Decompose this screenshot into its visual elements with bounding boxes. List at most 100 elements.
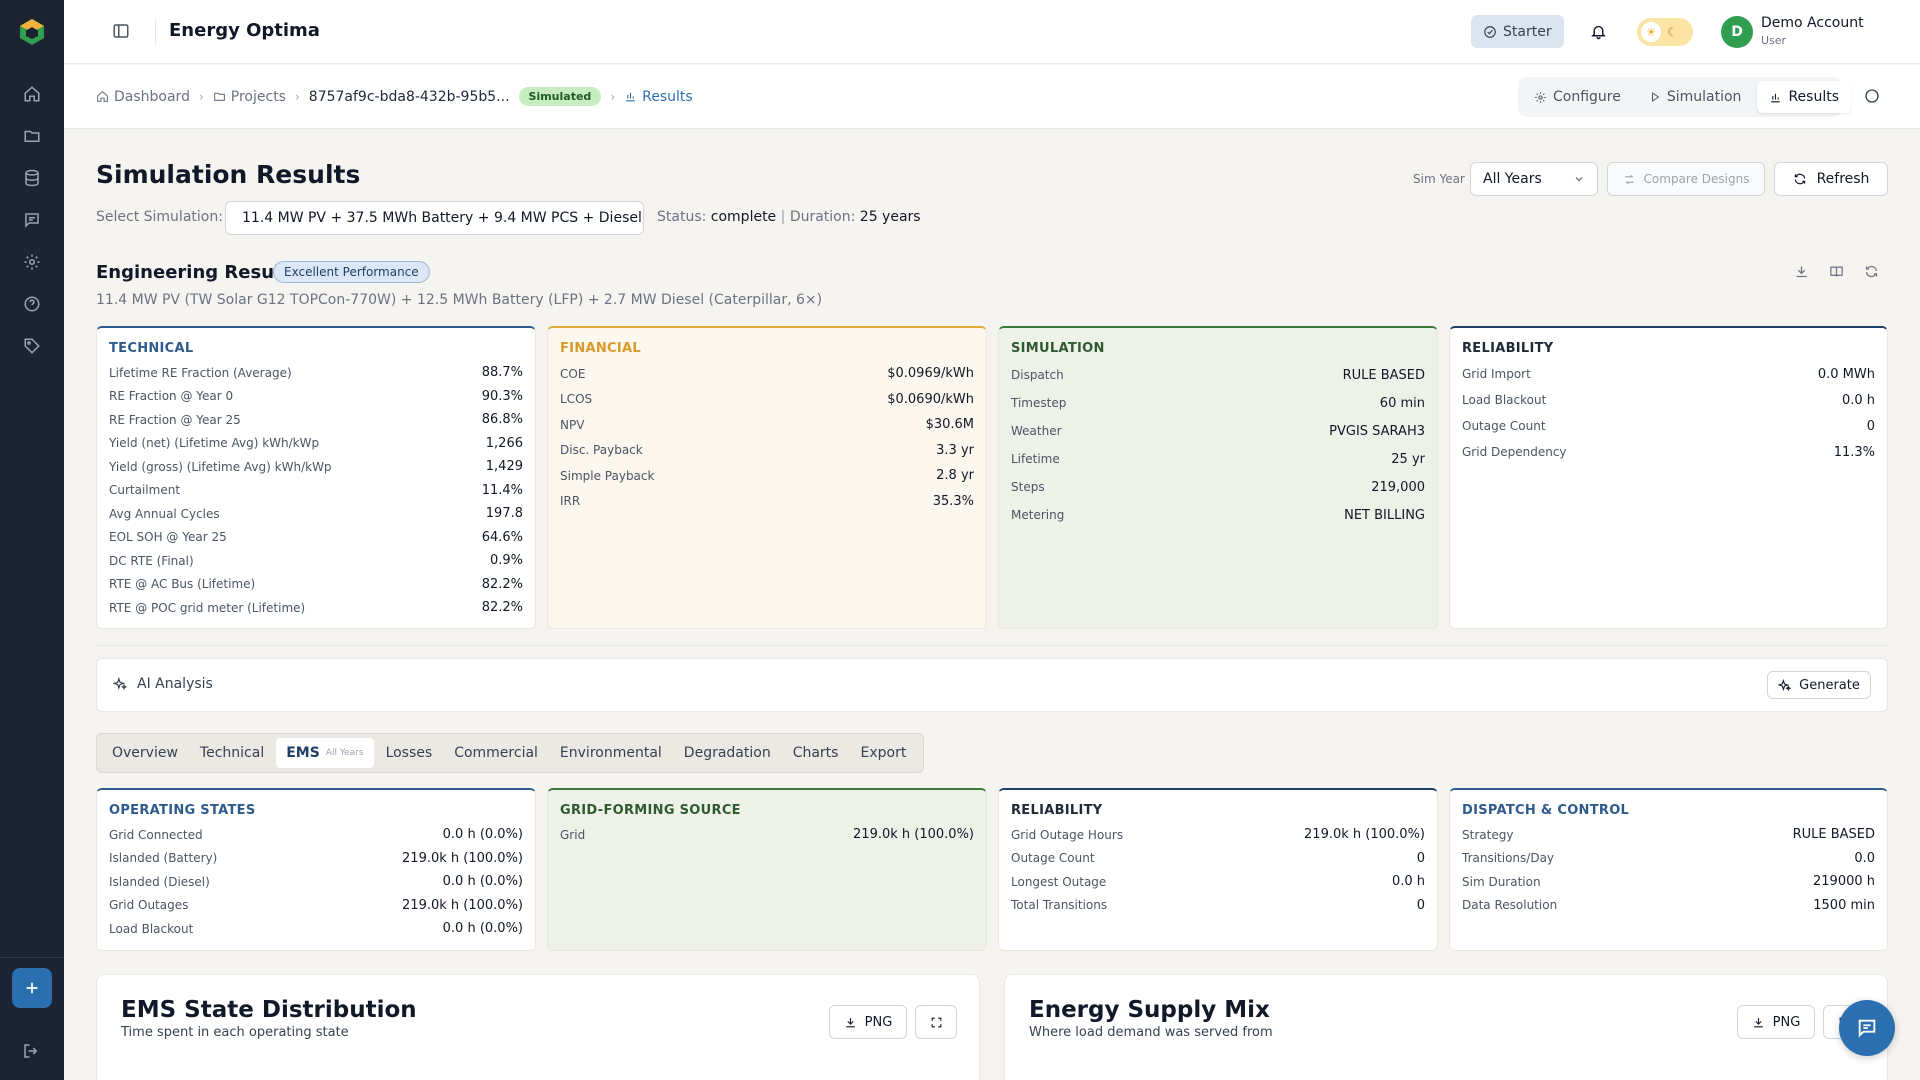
chevron-right-icon: › bbox=[198, 89, 204, 104]
fullscreen-button[interactable] bbox=[915, 1005, 957, 1039]
metric-value: PVGIS SARAH3 bbox=[1329, 423, 1425, 439]
operating-states-title: OPERATING STATES bbox=[109, 803, 256, 818]
breadcrumb-results-label: Results bbox=[642, 88, 693, 105]
settings-icon[interactable] bbox=[12, 250, 52, 274]
sparkles-icon bbox=[113, 677, 127, 690]
metric-value: 0 bbox=[1866, 418, 1875, 434]
tab-ems[interactable]: EMS All Years bbox=[276, 738, 374, 768]
simulation-select[interactable]: 11.4 MW PV + 37.5 MWh Battery + 9.4 MW P… bbox=[225, 201, 644, 235]
app-logo[interactable] bbox=[18, 18, 46, 46]
financial-card: FINANCIAL COE $0.0969/kWh LCOS $0.0690/kWh N… bbox=[547, 326, 987, 629]
tab-label: Charts bbox=[792, 745, 839, 761]
tab-results[interactable]: Results bbox=[1757, 81, 1851, 113]
bell-icon[interactable] bbox=[1590, 23, 1607, 40]
tab-simulation-label: Simulation bbox=[1666, 89, 1742, 105]
logout-icon[interactable] bbox=[22, 1042, 40, 1060]
tab-environmental[interactable]: Environmental bbox=[550, 738, 672, 768]
metric-value: 0.0 h bbox=[1841, 392, 1875, 408]
database-icon[interactable] bbox=[12, 166, 52, 190]
refresh-button[interactable]: Refresh bbox=[1774, 162, 1888, 196]
folder-icon[interactable] bbox=[12, 124, 52, 148]
metric-row: Grid Connected 0.0 h (0.0%) bbox=[109, 823, 523, 847]
tab-simulation[interactable]: Simulation bbox=[1637, 81, 1754, 113]
metric-value: 2.8 yr bbox=[936, 468, 974, 484]
refresh-icon bbox=[1794, 173, 1805, 185]
avatar[interactable]: D bbox=[1721, 16, 1753, 48]
ai-analysis-header[interactable]: AI Analysis bbox=[113, 676, 213, 692]
metric-row: Outage Count 0 bbox=[1011, 847, 1425, 871]
chat-button[interactable] bbox=[1839, 1000, 1895, 1056]
compare-designs-label: Compare Designs bbox=[1643, 172, 1750, 186]
metric-label: Strategy bbox=[1462, 827, 1514, 842]
tab-losses[interactable]: Losses bbox=[376, 738, 443, 768]
metric-value: RULE BASED bbox=[1342, 367, 1425, 383]
top-header: Energy Optima Starter ☀ ☾ D Demo Account… bbox=[64, 0, 1920, 64]
metric-value: NET BILLING bbox=[1344, 507, 1425, 523]
tab-export[interactable]: Export bbox=[850, 738, 916, 768]
metric-row: IRR 35.3% bbox=[560, 489, 974, 515]
new-project-button[interactable] bbox=[12, 968, 52, 1008]
ems-state-chart-card: EMS State Distribution Time spent in eac… bbox=[96, 974, 980, 1080]
png-export-button[interactable]: PNG bbox=[1737, 1005, 1815, 1039]
metric-value: $0.0690/kWh bbox=[887, 391, 974, 407]
message-icon[interactable] bbox=[12, 208, 52, 232]
reliability-card-title: RELIABILITY bbox=[1462, 341, 1554, 356]
metric-row: Islanded (Battery) 219.0k h (100.0%) bbox=[109, 847, 523, 871]
metric-value: 11.4% bbox=[481, 482, 523, 498]
metric-label: RE Fraction @ Year 25 bbox=[109, 412, 241, 427]
panel-toggle-icon[interactable] bbox=[112, 22, 130, 40]
metric-row: DC RTE (Final) 0.9% bbox=[109, 549, 523, 573]
tab-commercial[interactable]: Commercial bbox=[444, 738, 548, 768]
generate-button[interactable]: Generate bbox=[1767, 671, 1871, 699]
metric-value: 0 bbox=[1416, 850, 1425, 866]
sim-year-select[interactable]: All Years bbox=[1470, 162, 1598, 196]
chevron-down-icon bbox=[1575, 177, 1583, 182]
metric-row: Lifetime RE Fraction (Average) 88.7% bbox=[109, 361, 523, 385]
book-icon[interactable] bbox=[1829, 264, 1844, 279]
metric-row: Avg Annual Cycles 197.8 bbox=[109, 502, 523, 526]
plan-badge[interactable]: Starter bbox=[1471, 15, 1564, 48]
download-icon[interactable] bbox=[1794, 264, 1809, 279]
technical-card: TECHNICAL Lifetime RE Fraction (Average)… bbox=[96, 326, 536, 629]
breadcrumb-dashboard[interactable]: Dashboard bbox=[96, 89, 190, 105]
tab-sublabel: All Years bbox=[325, 748, 364, 758]
metric-row: Islanded (Diesel) 0.0 h (0.0%) bbox=[109, 870, 523, 894]
tab-technical[interactable]: Technical bbox=[190, 738, 274, 768]
chevron-right-icon: › bbox=[610, 89, 616, 104]
metric-value: 25 yr bbox=[1391, 451, 1425, 467]
account-name[interactable]: Demo Account bbox=[1761, 15, 1864, 31]
compare-designs-button[interactable]: Compare Designs bbox=[1607, 162, 1765, 196]
metric-row: Metering NET BILLING bbox=[1011, 501, 1425, 529]
metric-value: 35.3% bbox=[932, 493, 974, 509]
tab-charts[interactable]: Charts bbox=[783, 738, 849, 768]
tab-degradation[interactable]: Degradation bbox=[674, 738, 781, 768]
breadcrumb-project-id[interactable]: 8757af9c-bda8-432b-95b5... bbox=[309, 89, 510, 105]
refresh-icon[interactable] bbox=[1864, 264, 1879, 279]
metric-label: Dispatch bbox=[1011, 368, 1064, 382]
info-icon[interactable] bbox=[1864, 88, 1880, 104]
energy-supply-chart-card: Energy Supply Mix Where load demand was … bbox=[1004, 974, 1888, 1080]
theme-toggle[interactable]: ☀ ☾ bbox=[1637, 18, 1693, 46]
home-icon[interactable] bbox=[12, 82, 52, 106]
duration-value: 25 years bbox=[859, 209, 921, 225]
metric-row: Longest Outage 0.0 h bbox=[1011, 870, 1425, 894]
engineering-actions bbox=[1794, 264, 1879, 279]
tab-configure[interactable]: Configure bbox=[1522, 81, 1633, 113]
breadcrumb-projects[interactable]: Projects bbox=[213, 89, 286, 105]
sub-header: Dashboard › Projects › 8757af9c-bda8-432… bbox=[64, 65, 1920, 129]
help-icon[interactable] bbox=[12, 292, 52, 316]
sidebar bbox=[0, 0, 64, 1080]
metric-label: RTE @ POC grid meter (Lifetime) bbox=[109, 600, 306, 615]
tab-overview[interactable]: Overview bbox=[102, 738, 188, 768]
metric-label: Simple Payback bbox=[560, 468, 655, 483]
metric-value: 219.0k h (100.0%) bbox=[853, 827, 974, 843]
png-export-button[interactable]: PNG bbox=[829, 1005, 907, 1039]
operating-states-card: OPERATING STATES Grid Connected 0.0 h (0.… bbox=[96, 788, 536, 951]
play-icon bbox=[1651, 92, 1660, 102]
metric-row: Grid Dependency 11.3% bbox=[1462, 439, 1875, 465]
tag-icon[interactable] bbox=[12, 334, 52, 358]
metric-label: Yield (net) (Lifetime Avg) kWh/kWp bbox=[109, 436, 320, 451]
tab-label: Commercial bbox=[454, 745, 538, 761]
breadcrumb-results[interactable]: Results bbox=[624, 89, 693, 105]
status-badge: Simulated bbox=[518, 87, 602, 106]
